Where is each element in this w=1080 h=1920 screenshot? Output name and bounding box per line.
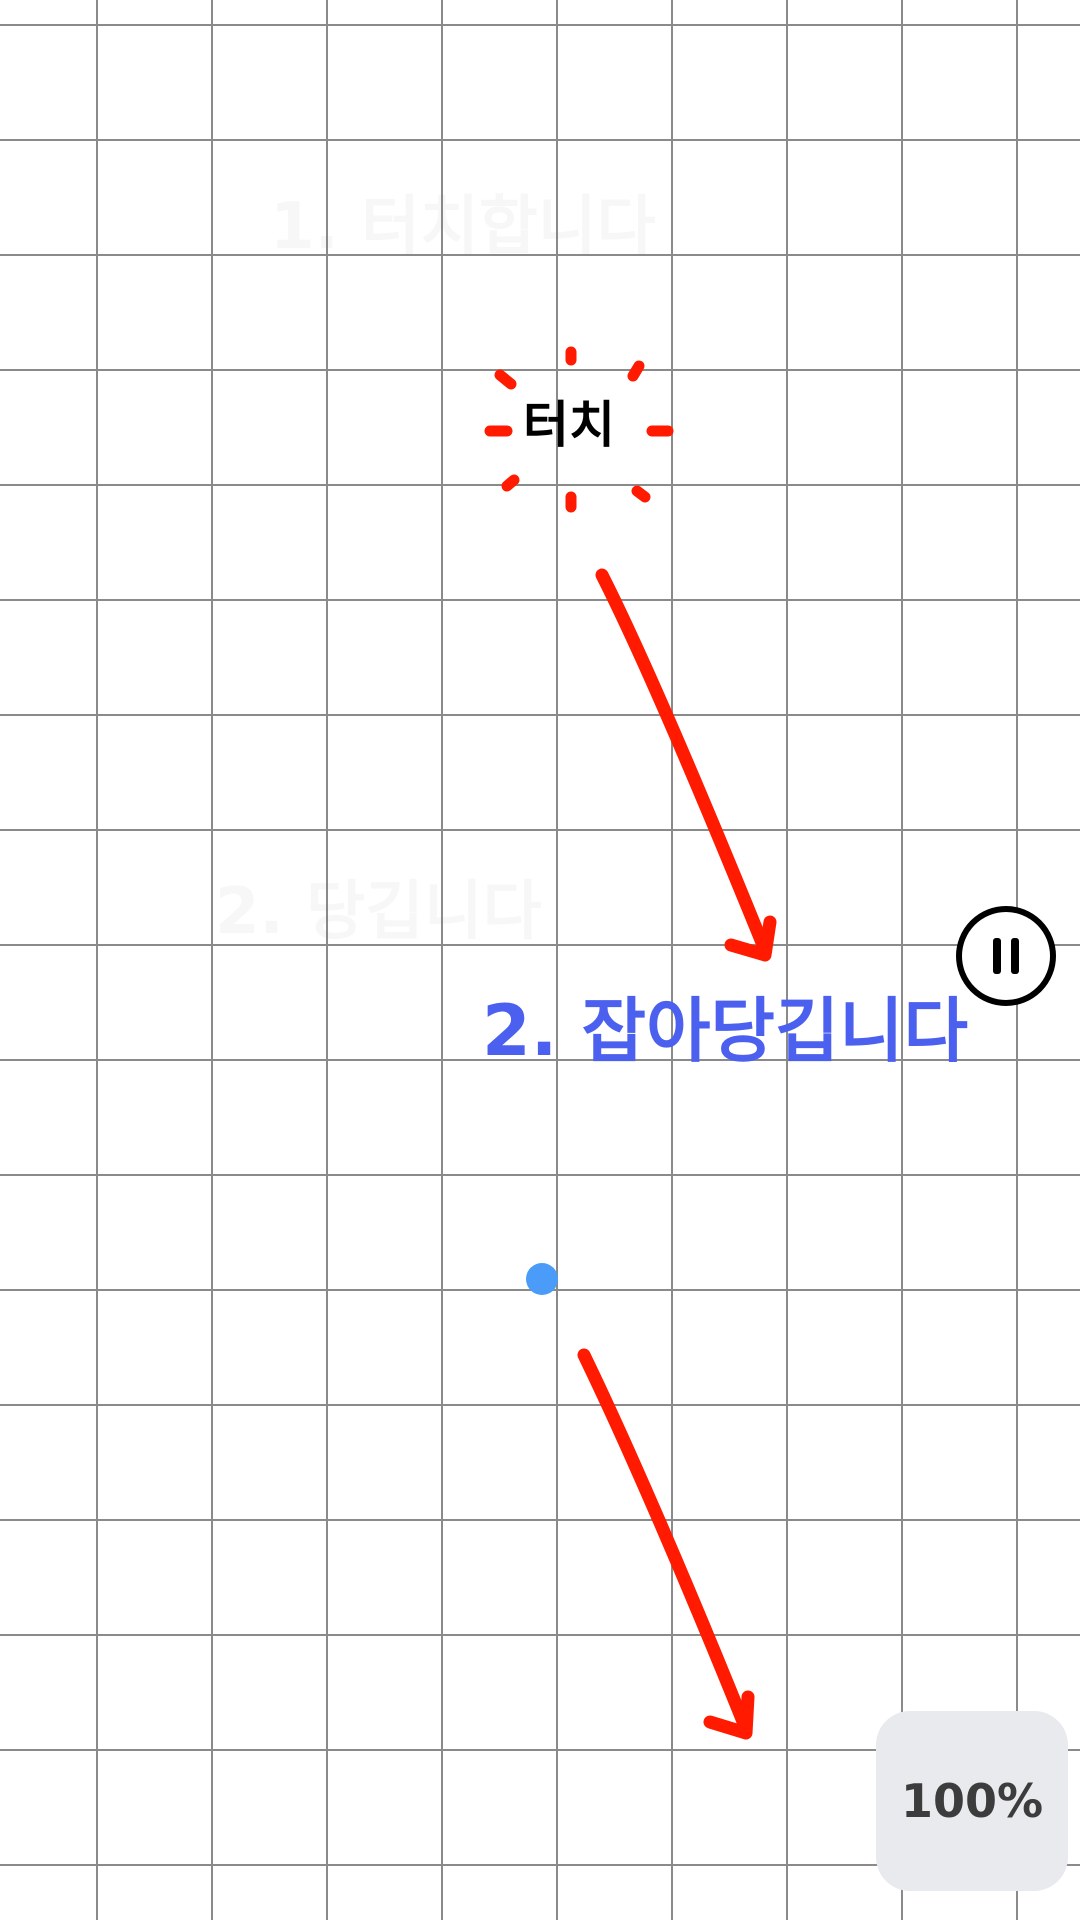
player-dot[interactable] [526, 1263, 558, 1295]
instruction-label: 2. 잡아당깁니다 [482, 990, 969, 1072]
touch-label: 터치 [523, 396, 615, 454]
zoom-level-button[interactable]: 100% [876, 1711, 1068, 1891]
drag-arrow-lower-icon [577, 1348, 755, 1740]
drag-arrow-upper-icon [595, 568, 777, 962]
pause-icon [988, 938, 1024, 974]
pause-button[interactable] [956, 906, 1056, 1006]
game-canvas[interactable]: 1. 터치합니다 2. 당깁니다 터치 2. 잡아당깁니다 100% [0, 0, 1080, 1920]
annotation-layer [484, 346, 777, 1740]
